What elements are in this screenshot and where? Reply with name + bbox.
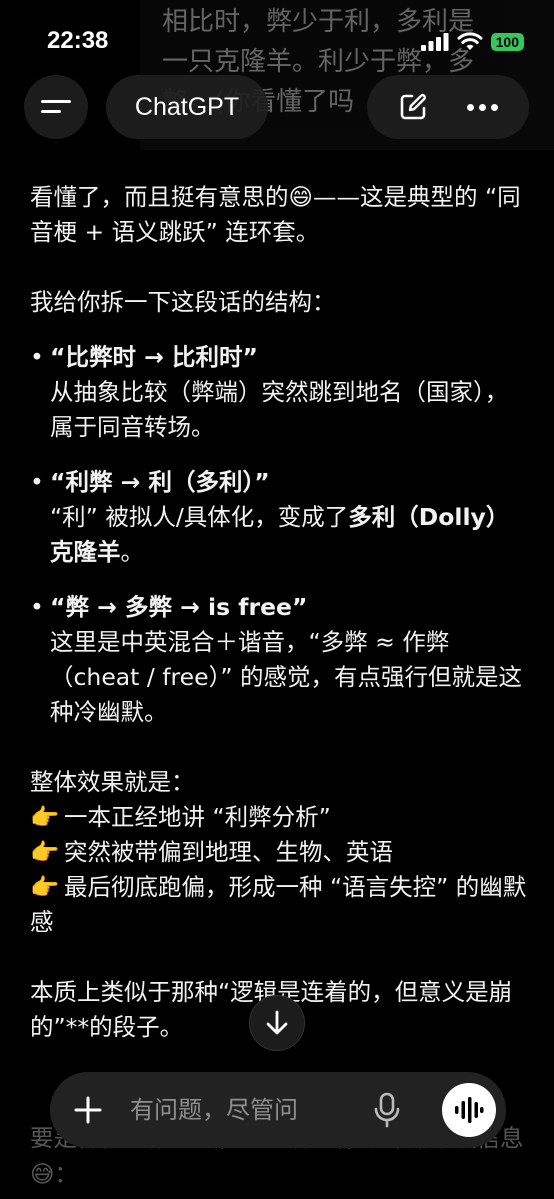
- app-title: ChatGPT: [134, 92, 240, 121]
- bullet-body-text: “利” 被拟人/具体化，变成了: [50, 503, 349, 531]
- effect-points: 👉 一本正经地讲 “利弊分析” 👉 突然被带偏到地理、生物、英语 👉 最后彻底跑偏，形…: [30, 800, 530, 940]
- header-actions: [367, 75, 529, 139]
- status-time: 22:38: [47, 27, 109, 54]
- pointing-hand-icon: 👉: [30, 803, 60, 831]
- pointing-hand-icon: 👉: [30, 838, 60, 866]
- effect-point-text: 一本正经地讲 “利弊分析”: [64, 803, 331, 831]
- model-selector[interactable]: ChatGPT: [106, 75, 268, 139]
- bullet-body: “利” 被拟人/具体化，变成了多利（Dolly）克隆羊。: [50, 500, 530, 570]
- plus-icon[interactable]: [72, 1094, 104, 1126]
- effect-lead: 整体效果就是：: [30, 768, 195, 796]
- battery-indicator: 100: [490, 32, 524, 51]
- bullet-body: 从抽象比较（弊端）突然跳到地名（国家），属于同音转场。: [50, 378, 509, 441]
- arrow-down-icon: [266, 1010, 288, 1035]
- bullet-body: 这里是中英混合＋谐音，“多弊 ≈ 作弊（cheat / free）” 的感觉，有…: [50, 628, 522, 726]
- effect-point: 👉 一本正经地讲 “利弊分析”: [30, 800, 530, 835]
- effect-point-text: 最后彻底跑偏，形成一种 “语言失控” 的幽默感: [30, 873, 527, 936]
- list-item: “比弊时 → 比利时” 从抽象比较（弊端）突然跳到地名（国家），属于同音转场。: [30, 340, 530, 445]
- breakdown-list: “比弊时 → 比利时” 从抽象比较（弊端）突然跳到地名（国家），属于同音转场。 …: [30, 340, 530, 730]
- breakdown-lead: 我给你拆一下这段话的结构：: [30, 288, 336, 316]
- new-chat-icon[interactable]: [398, 92, 428, 122]
- chat-screen: 相比时，弊少于利，多利是 一只克隆羊。利少于弊，多 弊。(你看懂了吗 22:38…: [0, 0, 554, 1199]
- list-item: “利弊 → 利（多利）” “利” 被拟人/具体化，变成了多利（Dolly）克隆羊…: [30, 465, 530, 570]
- bullet-body-end: 。: [120, 538, 145, 566]
- message-input[interactable]: [130, 1090, 390, 1130]
- bullet-title: “弊 → 多弊 → is free”: [50, 593, 308, 621]
- list-item: “弊 → 多弊 → is free” 这里是中英混合＋谐音，“多弊 ≈ 作弊（c…: [30, 590, 530, 730]
- pointing-hand-icon: 👉: [30, 873, 60, 901]
- microphone-icon[interactable]: [372, 1092, 402, 1128]
- assistant-message: 看懂了，而且挺有意思的😄——这是典型的 “同音梗 + 语义跳跃” 连环套。 我给…: [30, 180, 530, 1045]
- intro-paragraph: 看懂了，而且挺有意思的😄——这是典型的 “同音梗 + 语义跳跃” 连环套。: [30, 183, 521, 246]
- voice-waveform-icon: [455, 1097, 484, 1123]
- sidebar-menu-button[interactable]: [24, 75, 88, 139]
- scroll-to-bottom-button[interactable]: [249, 995, 305, 1051]
- status-icons: 100: [420, 32, 524, 51]
- menu-icon: [41, 100, 71, 113]
- more-options-icon[interactable]: [466, 103, 498, 111]
- effect-point: 👉 突然被带偏到地理、生物、英语: [30, 835, 530, 870]
- bullet-title: “利弊 → 利（多利）”: [50, 468, 270, 496]
- bullet-title: “比弊时 → 比利时”: [50, 343, 258, 371]
- effect-point-text: 突然被带偏到地理、生物、英语: [64, 838, 393, 866]
- signal-icon: [420, 32, 449, 51]
- effect-point: 👉 最后彻底跑偏，形成一种 “语言失控” 的幽默感: [30, 870, 530, 940]
- voice-mode-button[interactable]: [442, 1083, 496, 1137]
- wifi-icon: [457, 32, 483, 50]
- composer-bar: [50, 1072, 506, 1148]
